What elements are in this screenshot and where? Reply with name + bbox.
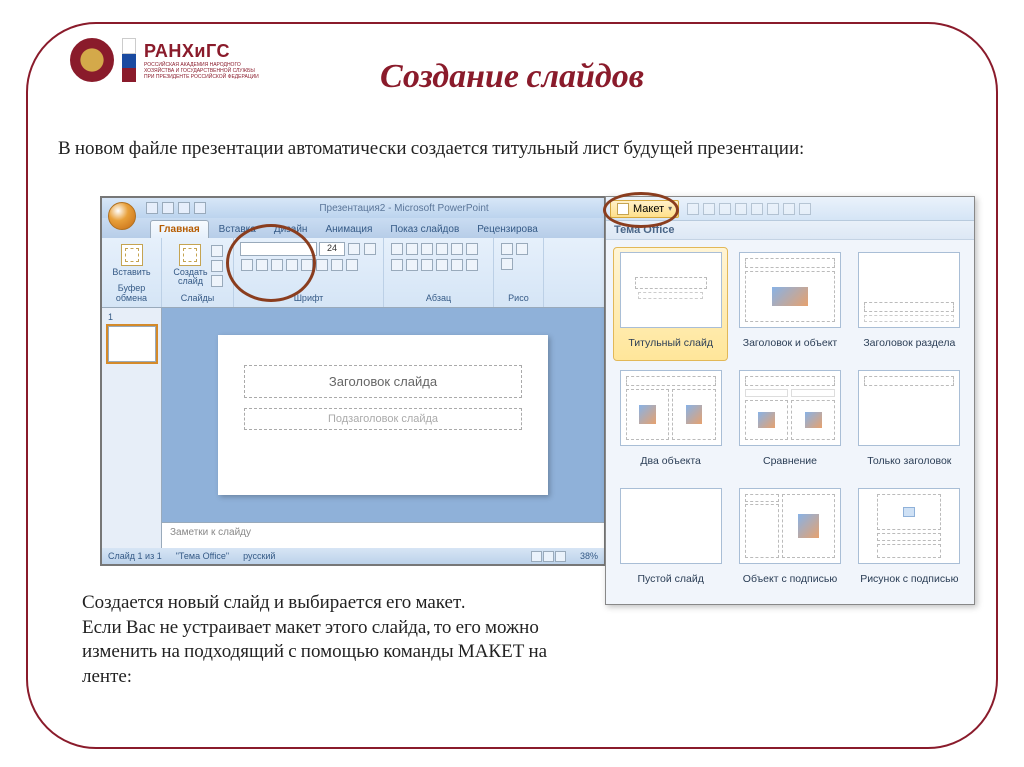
group-paragraph: Абзац — [390, 293, 487, 303]
delete-mini-icon[interactable] — [211, 275, 223, 287]
thumbnail-1[interactable] — [108, 326, 156, 362]
layout-content-caption[interactable]: Объект с подписью — [733, 484, 846, 596]
reset-mini-icon[interactable] — [211, 260, 223, 272]
status-slide: Слайд 1 из 1 — [108, 551, 162, 561]
group-drawing: Рисо — [500, 293, 537, 303]
chevron-down-icon: ▾ — [668, 204, 672, 213]
new-slide-icon — [179, 244, 201, 266]
new-slide-button[interactable]: Создать слайд — [171, 242, 209, 288]
group-slides: Слайды — [168, 293, 227, 303]
slide-thumbnails: 1 — [102, 308, 162, 548]
font-size-field[interactable]: 24 — [319, 242, 345, 256]
ribbon: Вставить Буфер обмена Создать слайд Слай… — [102, 238, 604, 308]
layout-section-header[interactable]: Заголовок раздела — [853, 248, 966, 360]
layout-gallery: Макет ▾ Тема Office Титульный слайд Заго… — [605, 196, 975, 605]
layout-picture-caption[interactable]: Рисунок с подписью — [853, 484, 966, 596]
tab-animation[interactable]: Анимация — [317, 221, 380, 238]
title-placeholder[interactable]: Заголовок слайда — [244, 365, 522, 398]
outro-text: Создается новый слайд и выбирается его м… — [82, 590, 582, 689]
tab-design[interactable]: Дизайн — [266, 221, 316, 238]
paste-button[interactable]: Вставить — [110, 242, 152, 279]
view-buttons[interactable] — [531, 551, 566, 562]
status-lang: русский — [243, 551, 275, 561]
status-zoom: 38% — [580, 551, 598, 561]
layout-mini-icon[interactable] — [211, 245, 223, 257]
layout-two-content[interactable]: Два объекта — [614, 366, 727, 478]
status-bar: Слайд 1 из 1 "Тема Office" русский 38% — [102, 548, 604, 564]
layout-title-slide[interactable]: Титульный слайд — [614, 248, 727, 360]
powerpoint-window: Презентация2 - Microsoft PowerPoint Глав… — [100, 196, 606, 566]
layout-title-only[interactable]: Только заголовок — [853, 366, 966, 478]
page-title: Создание слайдов — [0, 56, 1024, 96]
layout-comparison[interactable]: Сравнение — [733, 366, 846, 478]
layout-dropdown-button[interactable]: Макет ▾ — [610, 200, 679, 218]
slide-editor[interactable]: Заголовок слайда Подзаголовок слайда — [162, 308, 604, 522]
layout-title-content[interactable]: Заголовок и объект — [733, 248, 846, 360]
window-title: Презентация2 - Microsoft PowerPoint — [210, 203, 598, 214]
layout-blank[interactable]: Пустой слайд — [614, 484, 727, 596]
ribbon-tabs: Главная Вставка Дизайн Анимация Показ сл… — [102, 218, 604, 238]
subtitle-placeholder[interactable]: Подзаголовок слайда — [244, 408, 522, 430]
notes-pane[interactable]: Заметки к слайду — [162, 522, 604, 548]
group-clipboard: Буфер обмена — [108, 283, 155, 303]
slide-canvas: Заголовок слайда Подзаголовок слайда — [218, 335, 548, 495]
tab-review[interactable]: Рецензирова — [469, 221, 546, 238]
layout-icon — [617, 203, 629, 215]
intro-text: В новом файле презентации автоматически … — [58, 136, 966, 161]
disabled-ribbon-icons — [687, 203, 811, 215]
clipboard-icon — [121, 244, 143, 266]
titlebar: Презентация2 - Microsoft PowerPoint — [102, 198, 604, 218]
office-button[interactable] — [108, 202, 136, 230]
quick-access-toolbar[interactable] — [146, 202, 206, 214]
gallery-section-header: Тема Office — [606, 221, 974, 240]
group-font: Шрифт — [240, 293, 377, 303]
tab-insert[interactable]: Вставка — [211, 221, 264, 238]
status-theme: "Тема Office" — [176, 551, 229, 561]
tab-home[interactable]: Главная — [150, 220, 209, 238]
tab-slideshow[interactable]: Показ слайдов — [382, 221, 467, 238]
